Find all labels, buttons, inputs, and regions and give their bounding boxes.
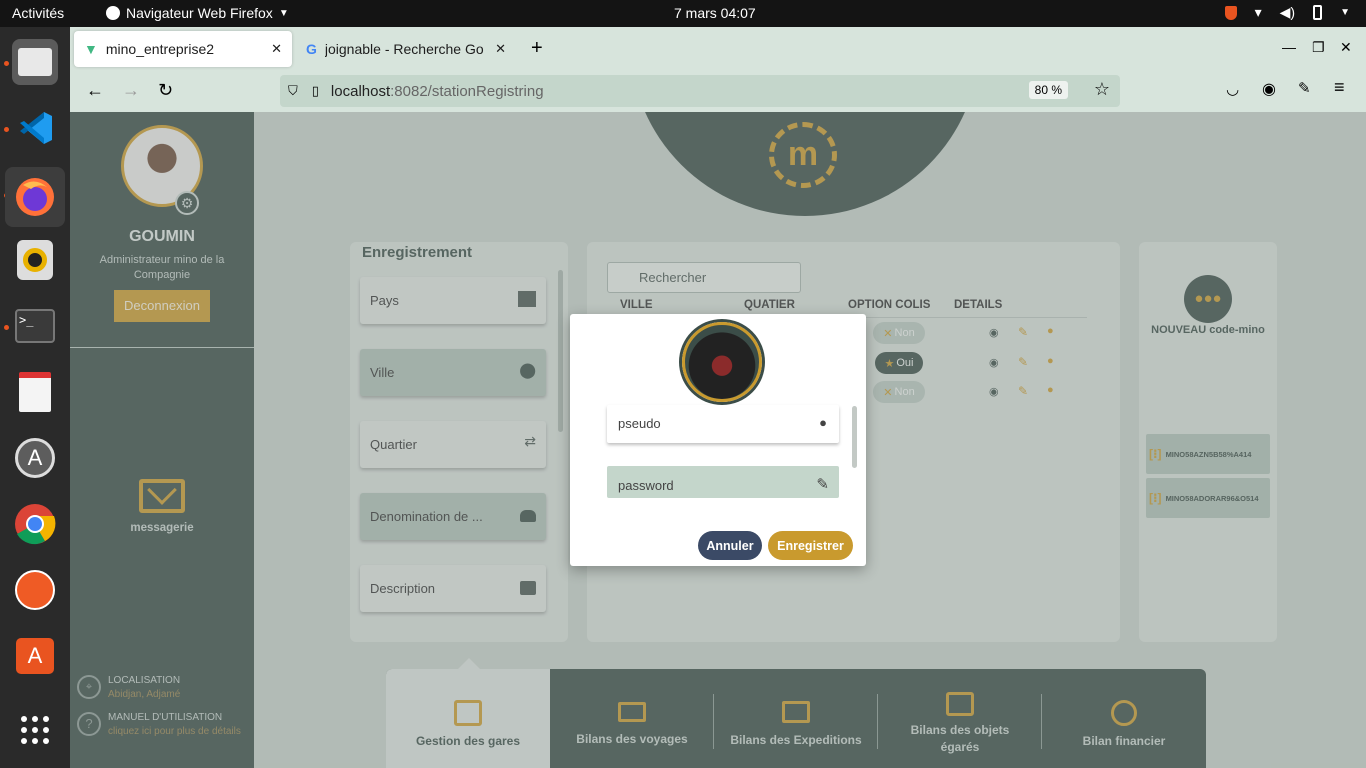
login-modal: pseudo ● password ✎ Annuler Enregistrer bbox=[570, 314, 866, 566]
forward-icon[interactable]: → bbox=[122, 80, 140, 101]
app-name: Navigateur Web Firefox bbox=[126, 5, 273, 21]
maximize-button[interactable]: ❐ bbox=[1312, 39, 1325, 56]
system-tray[interactable]: ▾ ◀) ▼ bbox=[1224, 4, 1350, 21]
chevron-down-icon: ▼ bbox=[278, 7, 289, 19]
system-top-bar: Activités Navigateur Web Firefox ▼ 7 mar… bbox=[0, 0, 1366, 27]
pocket-icon[interactable]: ◡ bbox=[1226, 80, 1239, 98]
tab-mino-entreprise[interactable]: ▼ mino_entreprise2 ✕ bbox=[74, 31, 292, 67]
account-icon[interactable]: ◉ bbox=[1262, 79, 1276, 99]
running-indicator bbox=[4, 127, 9, 132]
shield-icon bbox=[1224, 5, 1237, 20]
navigation-bar: ← → ↻ ⛉ ▯ localhost:8082/stationRegistri… bbox=[70, 71, 1366, 112]
new-tab-button[interactable]: + bbox=[531, 37, 543, 60]
terminal-icon[interactable]: >_ bbox=[12, 303, 58, 349]
firefox-icon[interactable] bbox=[5, 167, 65, 227]
reload-icon[interactable]: ↻ bbox=[158, 80, 173, 101]
battery-icon bbox=[1313, 5, 1323, 20]
rhythmbox-icon[interactable] bbox=[12, 237, 58, 283]
shield-icon: ⛉ bbox=[288, 83, 298, 98]
zoom-level[interactable]: 80 % bbox=[1028, 81, 1068, 99]
vscode-icon[interactable] bbox=[12, 105, 58, 151]
browser-window: ▼ mino_entreprise2 ✕ G joignable - Reche… bbox=[70, 27, 1366, 768]
tab-google-search[interactable]: G joignable - Recherche Go ✕ bbox=[300, 31, 510, 67]
dock: >_ A A bbox=[0, 27, 70, 768]
pseudo-placeholder: pseudo bbox=[618, 416, 661, 431]
activities-button[interactable]: Activités bbox=[12, 5, 64, 21]
show-apps-icon[interactable] bbox=[12, 707, 58, 753]
url-bar[interactable]: ⛉ ▯ localhost:8082/stationRegistring 80 … bbox=[280, 75, 1120, 107]
google-favicon-icon: G bbox=[306, 41, 317, 57]
page-content: m ⚙ GOUMIN Administrateur mino de la Com… bbox=[70, 112, 1366, 768]
close-window-button[interactable]: ✕ bbox=[1340, 39, 1352, 56]
menu-icon[interactable]: ≡ bbox=[1334, 77, 1345, 98]
modal-avatar bbox=[682, 322, 762, 402]
postman-icon[interactable] bbox=[12, 567, 58, 613]
chrome-icon[interactable] bbox=[12, 501, 58, 547]
close-icon[interactable]: ✕ bbox=[271, 41, 282, 57]
vue-favicon-icon: ▼ bbox=[84, 41, 98, 57]
document-viewer-icon[interactable] bbox=[12, 369, 58, 415]
close-icon[interactable]: ✕ bbox=[495, 41, 506, 57]
app-center-icon[interactable]: A bbox=[12, 633, 58, 679]
minimize-button[interactable]: — bbox=[1282, 39, 1296, 55]
bookmark-star-icon[interactable]: ☆ bbox=[1094, 79, 1110, 100]
app-menu[interactable]: Navigateur Web Firefox ▼ bbox=[106, 5, 289, 21]
chevron-down-icon: ▼ bbox=[1340, 7, 1350, 18]
tab-title: mino_entreprise2 bbox=[105, 41, 215, 57]
back-icon[interactable]: ← bbox=[86, 80, 104, 101]
password-input[interactable]: password ✎ bbox=[607, 466, 839, 498]
password-placeholder: password bbox=[618, 478, 674, 493]
running-indicator bbox=[4, 61, 9, 66]
url-host: localhost bbox=[330, 82, 391, 100]
pseudo-input[interactable]: pseudo ● bbox=[607, 405, 839, 443]
clock[interactable]: 7 mars 04:07 bbox=[674, 5, 756, 21]
url-path: :8082/stationRegistring bbox=[390, 82, 544, 100]
volume-icon: ◀) bbox=[1279, 4, 1296, 20]
page-icon: ▯ bbox=[311, 83, 319, 98]
firefox-small-icon bbox=[106, 6, 120, 20]
pencil-icon: ✎ bbox=[816, 476, 829, 493]
modal-scrollbar[interactable] bbox=[852, 406, 857, 468]
tab-title: joignable - Recherche Go bbox=[324, 41, 484, 57]
save-button[interactable]: Enregistrer bbox=[768, 531, 853, 560]
user-icon: ● bbox=[819, 415, 827, 430]
running-indicator bbox=[4, 325, 9, 330]
cancel-button[interactable]: Annuler bbox=[698, 531, 762, 560]
extension-icon[interactable]: ✎ bbox=[1298, 79, 1311, 97]
software-updater-icon[interactable]: A bbox=[12, 435, 58, 481]
files-icon[interactable] bbox=[12, 39, 58, 85]
wifi-icon: ▾ bbox=[1254, 4, 1262, 20]
tab-bar: ▼ mino_entreprise2 ✕ G joignable - Reche… bbox=[70, 27, 1366, 71]
